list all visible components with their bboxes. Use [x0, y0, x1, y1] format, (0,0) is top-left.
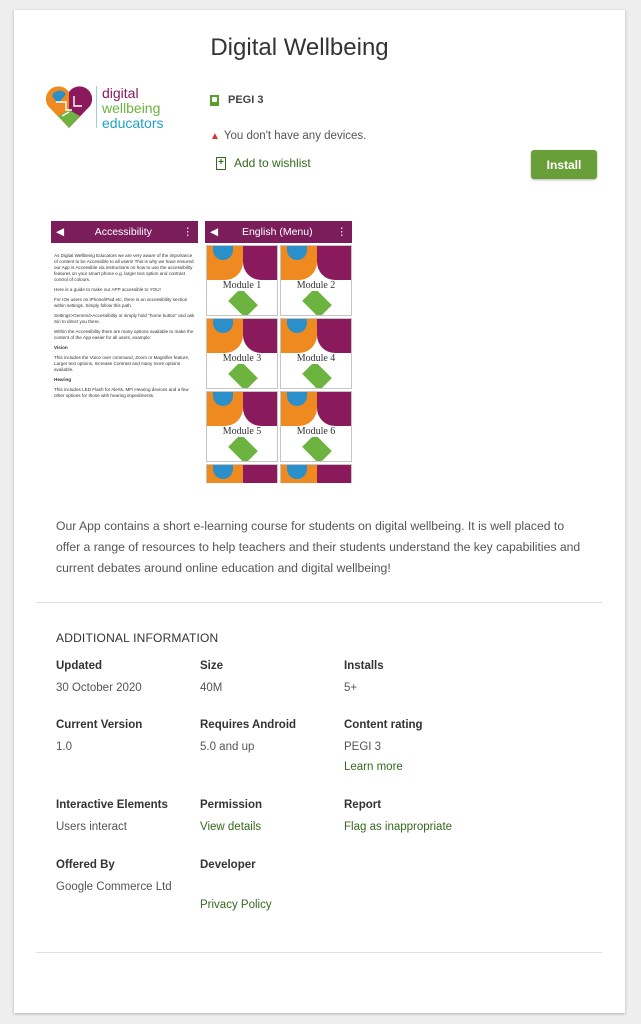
screenshot-header: ◀ English (Menu) ⋮	[205, 221, 352, 243]
module-tile: Module 1	[206, 245, 278, 316]
wishlist-icon: +	[216, 156, 226, 170]
logo-wordmark: digital wellbeing educators	[102, 85, 164, 131]
app-title: Digital Wellbeing	[210, 34, 389, 61]
info-size: Size 40M	[200, 660, 224, 694]
info-permission: Permission View details	[200, 799, 262, 833]
back-arrow-icon: ◀	[56, 226, 65, 238]
screenshot-menu[interactable]: ◀ English (Menu) ⋮ Module 1 Module 2 Mod…	[205, 221, 352, 483]
add-to-wishlist-button[interactable]: + Add to wishlist	[216, 156, 311, 170]
module-tile: Module 4	[280, 318, 352, 389]
module-tile-partial	[206, 464, 278, 483]
device-warning-text: You don't have any devices.	[223, 130, 367, 142]
info-current-version: Current Version 1.0	[56, 719, 143, 753]
info-updated: Updated 30 October 2020	[56, 660, 142, 694]
module-tile-partial	[280, 464, 352, 483]
module-tile: Module 3	[206, 318, 278, 389]
info-installs: Installs 5+	[344, 660, 384, 694]
back-arrow-icon: ◀	[210, 226, 219, 238]
additional-info-heading: ADDITIONAL INFORMATION	[56, 631, 219, 645]
kebab-menu-icon: ⋮	[182, 226, 194, 238]
heart-logo-icon	[45, 86, 93, 128]
info-content-rating: Content rating PEGI 3 Learn more	[344, 719, 423, 773]
divider	[36, 602, 602, 603]
module-grid: Module 1 Module 2 Module 3 Module 4 Modu…	[205, 243, 352, 483]
install-button[interactable]: Install	[531, 150, 597, 179]
module-tile: Module 2	[280, 245, 352, 316]
screenshot-accessibility[interactable]: ◀ Accessibility ⋮ As Digital Wellbeing E…	[51, 221, 198, 483]
module-tile: Module 5	[206, 391, 278, 462]
app-description: Our App contains a short e-learning cour…	[56, 519, 581, 575]
flag-inappropriate-link[interactable]: Flag as inappropriate	[344, 821, 452, 833]
app-logo: digital wellbeing educators	[44, 82, 184, 142]
logo-separator	[96, 86, 97, 128]
divider	[36, 952, 602, 953]
view-details-link[interactable]: View details	[200, 821, 261, 833]
kebab-menu-icon: ⋮	[336, 226, 348, 238]
app-details-card: Digital Wellbeing digital wellbeing educ…	[14, 10, 625, 1013]
screenshot-body-text: As Digital Wellbeing Educators we are ve…	[54, 253, 195, 398]
info-offered-by: Offered By Google Commerce Ltd	[56, 859, 172, 893]
pegi-icon	[210, 94, 219, 106]
content-rating-badge: PEGI 3	[210, 94, 263, 106]
module-tile: Module 6	[280, 391, 352, 462]
info-requires-android: Requires Android 5.0 and up	[200, 719, 297, 753]
privacy-policy-link[interactable]: Privacy Policy	[200, 899, 272, 911]
info-interactive-elements: Interactive Elements Users interact	[56, 799, 168, 833]
content-rating-label: PEGI 3	[228, 94, 264, 106]
info-report: Report Flag as inappropriate	[344, 799, 453, 833]
screenshot-header: ◀ Accessibility ⋮	[51, 221, 198, 243]
info-developer: Developer Privacy Policy	[200, 859, 272, 911]
learn-more-link[interactable]: Learn more	[344, 761, 423, 773]
wishlist-label: Add to wishlist	[234, 156, 311, 170]
warning-icon: ▲	[210, 130, 220, 142]
device-warning: ▲ You don't have any devices.	[210, 130, 366, 142]
